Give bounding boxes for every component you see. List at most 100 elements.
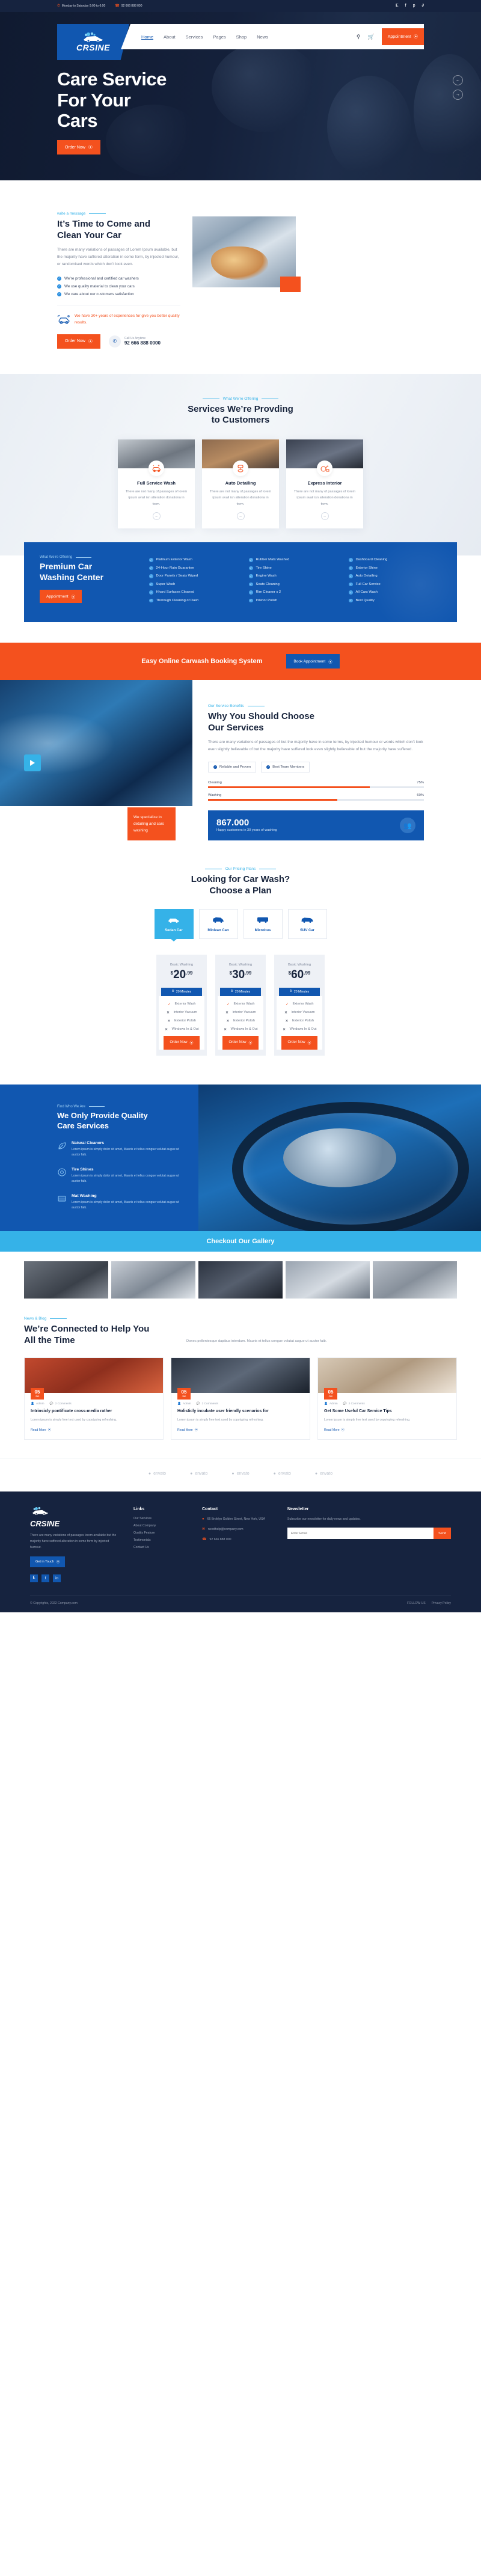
premium-item-label: Exterior Shine: [355, 566, 378, 570]
nav-link-pages[interactable]: Pages: [213, 34, 225, 40]
pricing-title-line-2: Choose a Plan: [209, 886, 272, 896]
topbar-phone[interactable]: ☎ 92 666 888 000: [115, 4, 142, 8]
topbar-hours-text: Monday to Saturday 9:00 to 6:00: [61, 4, 106, 8]
service-card-more-button[interactable]: →: [320, 512, 329, 521]
service-card[interactable]: Auto Detailing There are not many of pas…: [202, 439, 279, 529]
appointment-button[interactable]: Appointment ⦿: [381, 28, 424, 45]
cart-icon[interactable]: 🛒: [367, 34, 374, 40]
blog-post-card[interactable]: 05 Jan 👤 Admin 💬 2 Comments Get Some Usefu…: [317, 1357, 457, 1440]
arrow-circle-icon: ⦿: [56, 1561, 60, 1565]
about-tick-label: We use quality material to clean your ca…: [64, 284, 135, 289]
quality-item-text: Tire Shines Lorem ipsum is simply dolor …: [72, 1167, 186, 1184]
list-item: ✓ Dashboard Cleaning: [349, 558, 441, 562]
premium-item-label: Rubber Mats Washed: [256, 558, 290, 562]
envato-icon: ●: [273, 1472, 276, 1476]
slider-prev-button[interactable]: ←: [453, 75, 463, 85]
about-eyebrow: write a message: [57, 212, 180, 216]
footer-link[interactable]: About Company: [133, 1524, 189, 1528]
gallery-image-5[interactable]: [373, 1261, 457, 1299]
plan-order-button[interactable]: Order Now ⦿: [281, 1035, 317, 1050]
book-appointment-button[interactable]: Book Appointment ⦿: [286, 654, 340, 669]
why-pill-reliable[interactable]: ✓ Reliable and Proven: [208, 762, 257, 773]
premium-title: Premium Car Washing Center: [40, 561, 136, 583]
tab-suv-car[interactable]: SUV Car: [287, 908, 327, 939]
service-card-more-button[interactable]: →: [236, 512, 245, 521]
blog-post-body: 👤 Admin 💬 2 Comments Intrinsicly pontifica…: [25, 1393, 163, 1440]
footer-link[interactable]: Contact Us: [133, 1546, 189, 1549]
premium-appointment-button[interactable]: Appointment ⦿: [40, 590, 82, 604]
blog-post-readmore[interactable]: Read More ⦿: [324, 1428, 450, 1433]
logo[interactable]: CRSINE: [57, 24, 129, 60]
plan-order-button[interactable]: Order Now ⦿: [164, 1035, 200, 1050]
footer-contact-button[interactable]: Get in Touch ⦿: [30, 1556, 66, 1568]
about-accent-block: [280, 277, 301, 292]
arrow-circle-icon: ⦿: [414, 35, 418, 39]
nav-link-about[interactable]: About: [164, 34, 176, 40]
play-icon[interactable]: [24, 754, 41, 772]
blog-post-comments: 💬 2 Comments: [197, 1403, 218, 1406]
footer-contact-column: Contact ● 66 Broklyn Golden Street, New …: [202, 1507, 274, 1582]
nav-link-shop[interactable]: Shop: [236, 34, 247, 40]
why-badge: We specialize in detailing and cars wash…: [127, 807, 176, 841]
blog-post-readmore[interactable]: Read More ⦿: [177, 1428, 304, 1433]
plan-feature-label: Exterior Polish: [292, 1019, 314, 1023]
user-icon: 👤: [31, 1402, 34, 1406]
hero-order-button[interactable]: Order Now ⦿: [57, 140, 100, 155]
facebook-icon[interactable]: f: [41, 1574, 49, 1583]
footer-privacy-policy[interactable]: Privacy Policy: [432, 1602, 451, 1605]
list-item: ✓ Door Panels / Seats Wiped: [149, 574, 242, 578]
nav-link-services[interactable]: Services: [186, 34, 203, 40]
twitter-icon[interactable]: 𝐄: [396, 4, 399, 8]
plan-amount: 20: [173, 968, 186, 981]
footer-link[interactable]: Testimonials: [133, 1538, 189, 1542]
newsletter-email-input[interactable]: [287, 1528, 434, 1540]
footer-link[interactable]: Our Services: [133, 1517, 189, 1520]
blog-post-readmore-label: Read More: [31, 1428, 46, 1432]
twitter-icon[interactable]: 𝐄: [30, 1574, 38, 1583]
list-item: ✓ We’re professional and certified car w…: [57, 276, 180, 281]
about-tick-label: We’re professional and certified car was…: [64, 276, 139, 281]
facebook-icon[interactable]: f: [405, 4, 406, 8]
service-card[interactable]: Full Service Wash There are not many of …: [118, 439, 195, 529]
plan-order-button[interactable]: Order Now ⦿: [222, 1035, 259, 1050]
search-icon[interactable]: ⚲: [357, 34, 361, 40]
footer-link[interactable]: Quality Feature: [133, 1531, 189, 1535]
tab-microbus[interactable]: Microbus: [243, 908, 283, 939]
behance-icon[interactable]: ∂: [422, 4, 424, 8]
service-card-more-button[interactable]: →: [152, 512, 161, 521]
footer-phone[interactable]: ☎ 92 666 888 000: [202, 1537, 274, 1543]
gallery-image-2[interactable]: [111, 1261, 195, 1299]
gallery-image-4[interactable]: [286, 1261, 370, 1299]
pinterest-icon[interactable]: p: [413, 4, 415, 8]
blog-post-card[interactable]: 05 Jan 👤 Admin 💬 2 Comments Holisticly inc…: [171, 1357, 310, 1440]
service-card[interactable]: Express Interior There are not many of p…: [286, 439, 363, 529]
clock-icon: ⏱: [230, 990, 233, 994]
linkedin-icon[interactable]: in: [53, 1574, 61, 1583]
quality-title-line-2: Care Services: [57, 1121, 109, 1130]
footer-email[interactable]: ✉ needhelp@company.com: [202, 1527, 274, 1533]
newsletter-submit-button[interactable]: Send: [434, 1528, 451, 1540]
nav-link-home[interactable]: Home: [141, 34, 153, 40]
why-pills: ✓ Reliable and Proven ✓ Best Team Member…: [208, 762, 424, 773]
list-item: ✓ Engine Wash: [249, 574, 342, 578]
blog-post-card[interactable]: 05 Jan 👤 Admin 💬 2 Comments Intrinsicly po…: [24, 1357, 164, 1440]
about-call-box[interactable]: ✆ Call Us Anytime 92 666 888 0000: [108, 335, 161, 347]
slider-next-button[interactable]: →: [453, 90, 463, 100]
plan-feature-label: Exterior Polish: [233, 1019, 256, 1023]
nav-link-news[interactable]: News: [257, 34, 268, 40]
gallery-image-1[interactable]: [24, 1261, 108, 1299]
tab-sedan-car[interactable]: Sedan Car: [154, 908, 194, 939]
plan-name: Basic Washing: [170, 962, 194, 967]
cross-icon: ✕: [226, 1019, 230, 1023]
premium-column: ✓ Platinum Exterior Wash ✓ 24-Hour Rain Gu…: [149, 558, 242, 607]
blog-post-readmore[interactable]: Read More ⦿: [31, 1428, 157, 1433]
about-order-button[interactable]: Order Now ⦿: [57, 334, 100, 349]
gallery-image-3[interactable]: [198, 1261, 283, 1299]
footer-newsletter-desc: Subscribe our newsletter for daily news …: [287, 1517, 361, 1522]
plan-feature-label: Windows In & Out: [171, 1027, 199, 1032]
plan-duration-label: 20 Minutes: [234, 990, 251, 994]
why-pill-team[interactable]: ✓ Best Team Members: [261, 762, 310, 773]
check-icon: ✓: [249, 590, 253, 595]
tab-minivan-can[interactable]: Minivan Can: [198, 908, 238, 939]
footer-follow-us[interactable]: FOLLOW US: [407, 1602, 426, 1605]
